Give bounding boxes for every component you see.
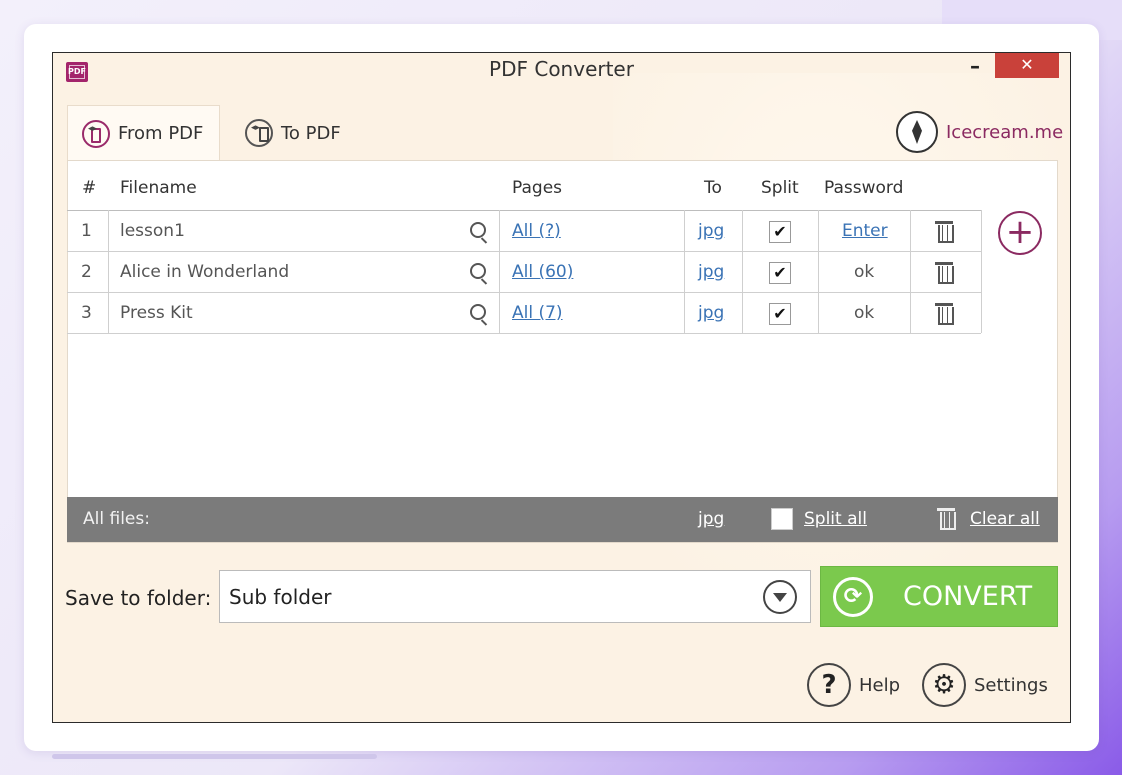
row-pages-link[interactable]: All (7) [512,293,563,334]
close-button[interactable]: ✕ [995,53,1059,78]
row-filename: Press Kit [120,303,193,323]
clear-all-link[interactable]: Clear all [970,499,1040,540]
convert-label: CONVERT [903,581,1033,612]
help-button[interactable]: ? Help [807,663,900,707]
title-bar: PDF PDF Converter – ✕ [53,53,1070,87]
icecream-logo-icon [896,111,938,153]
row-pages-link[interactable]: All (60) [512,252,573,293]
convert-button[interactable]: ⟳ CONVERT [820,566,1058,627]
settings-button[interactable]: ⚙ Settings [922,663,1048,707]
brand-label: Icecream.me [946,121,1064,143]
trash-icon[interactable] [935,303,954,325]
column-header-split: Split [761,178,799,198]
search-icon[interactable] [470,222,486,238]
table-row[interactable]: 3 Press Kit All (7) jpg ✔ ok [67,293,981,334]
row-pages-link[interactable]: All (?) [512,211,561,252]
column-header-to: To [704,178,722,198]
trash-icon[interactable] [935,262,954,284]
brand-link[interactable]: Icecream.me [896,111,1063,153]
row-password-link[interactable]: Enter [842,211,888,252]
column-header-password: Password [824,178,904,198]
column-header-number: # [82,178,97,198]
row-split-checkbox[interactable]: ✔ [769,303,791,325]
save-to-folder-label: Save to folder: [65,586,212,610]
split-all-link[interactable]: Split all [804,499,867,540]
split-all-checkbox[interactable] [771,508,793,530]
column-header-filename: Filename [120,178,197,198]
gear-icon: ⚙ [922,663,966,707]
chevron-down-icon[interactable] [763,580,797,614]
trash-icon[interactable] [935,221,954,243]
save-folder-select[interactable]: Sub folder [219,570,811,623]
row-number: 2 [81,262,92,282]
search-icon[interactable] [470,304,486,320]
row-split-checkbox[interactable]: ✔ [769,221,791,243]
app-window: PDF PDF Converter – ✕ From PDF To PDF Ic… [52,52,1071,723]
from-pdf-icon [82,119,110,148]
save-folder-value: Sub folder [229,585,332,609]
to-pdf-icon [245,119,273,147]
tab-to-pdf[interactable]: To PDF [241,105,381,161]
window-title: PDF Converter [489,57,634,81]
search-icon[interactable] [470,263,486,279]
tab-from-pdf-label: From PDF [118,123,204,144]
tab-to-pdf-label: To PDF [281,122,341,144]
row-filename: lesson1 [120,221,185,241]
settings-label: Settings [974,674,1048,696]
all-files-label: All files: [83,509,150,529]
row-format-link[interactable]: jpg [698,211,724,252]
row-filename: Alice in Wonderland [120,262,290,282]
add-file-button[interactable]: + [998,211,1042,255]
grid-divider [981,210,982,333]
minimize-button[interactable]: – [960,55,990,81]
row-format-link[interactable]: jpg [698,252,724,293]
row-split-checkbox[interactable]: ✔ [769,262,791,284]
row-number: 3 [81,303,92,323]
help-icon: ? [807,663,851,707]
row-password-status: ok [854,262,875,282]
all-files-bar: All files: jpg Split all Clear all [67,497,1058,542]
tab-from-pdf[interactable]: From PDF [67,105,220,161]
clear-all-trash-icon[interactable] [937,508,956,530]
background-stripe [52,754,377,759]
row-password-status: ok [854,303,875,323]
row-format-link[interactable]: jpg [698,293,724,334]
all-files-format-link[interactable]: jpg [698,499,724,540]
help-label: Help [859,674,901,696]
refresh-icon: ⟳ [833,576,873,617]
column-header-pages: Pages [512,178,563,198]
table-row[interactable]: 2 Alice in Wonderland All (60) jpg ✔ ok [67,252,981,293]
table-row[interactable]: 1 lesson1 All (?) jpg ✔ Enter [67,211,981,252]
row-number: 1 [81,221,92,241]
